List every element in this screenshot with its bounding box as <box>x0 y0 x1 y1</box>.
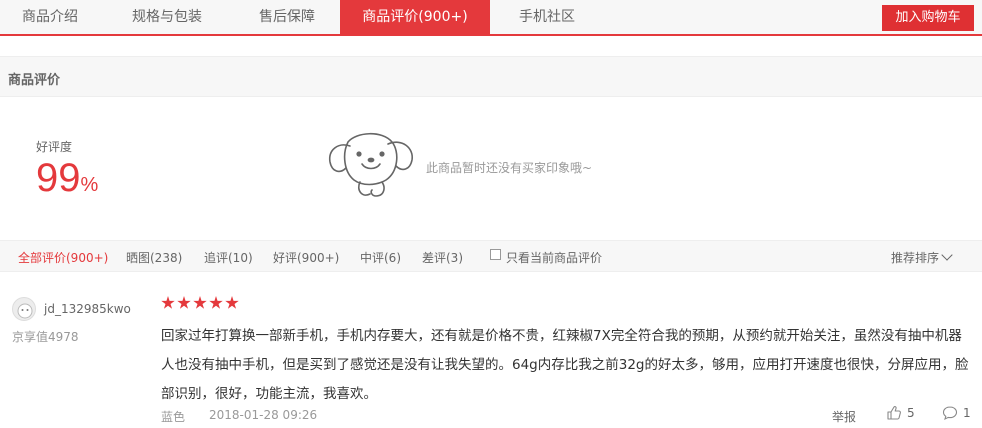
review-filter-bar: 全部评价(900+) 晒图(238) 追评(10) 好评(900+) 中评(6)… <box>0 240 982 272</box>
star-icon <box>193 296 207 309</box>
report-button[interactable]: 举报 <box>832 408 856 425</box>
like-count: 5 <box>907 406 915 420</box>
like-button[interactable]: 5 <box>886 405 915 421</box>
filter-positive[interactable]: 好评(900+) <box>273 249 339 266</box>
review-product-color: 蓝色 <box>161 410 186 424</box>
user-level: 京享值4978 <box>12 330 79 344</box>
tab-product-intro[interactable]: 商品介绍 <box>0 0 100 34</box>
good-rate-value: 99% <box>36 154 98 209</box>
tab-reviews[interactable]: 商品评价(900+) <box>340 0 490 34</box>
star-icon <box>225 296 239 309</box>
review-username[interactable]: jd_132985kwo <box>44 302 131 316</box>
filter-negative[interactable]: 差评(3) <box>422 249 463 266</box>
reviews-section-header: 商品评价 <box>0 56 982 97</box>
filter-all[interactable]: 全部评价(900+) <box>18 249 108 266</box>
tab-phone-community[interactable]: 手机社区 <box>490 0 604 34</box>
only-current-checkbox[interactable] <box>490 249 501 260</box>
good-rate-unit: % <box>80 174 99 196</box>
star-icon <box>161 296 175 309</box>
empty-impression-text: 此商品暂时还没有买家印象哦~ <box>426 161 593 175</box>
sort-label: 推荐排序 <box>891 251 940 265</box>
filter-photos[interactable]: 晒图(238) <box>126 249 182 266</box>
jd-dog-mascot-icon <box>328 132 413 197</box>
filter-neutral[interactable]: 中评(6) <box>360 249 401 266</box>
reply-count: 1 <box>963 406 971 420</box>
thumbs-up-icon <box>887 406 901 420</box>
add-to-cart-button[interactable]: 加入购物车 <box>882 5 974 31</box>
tab-after-sales[interactable]: 售后保障 <box>234 0 340 34</box>
only-current-label[interactable]: 只看当前商品评价 <box>506 249 602 266</box>
avatar <box>12 297 36 321</box>
product-tab-bar: 商品介绍 规格与包装 售后保障 商品评价(900+) 手机社区 加入购物车 <box>0 0 982 36</box>
section-title: 商品评价 <box>8 73 61 88</box>
review-star-rating <box>161 296 241 310</box>
reply-button[interactable]: 1 <box>942 405 971 421</box>
star-icon <box>209 296 223 309</box>
tab-spec-packaging[interactable]: 规格与包装 <box>100 0 234 34</box>
star-icon <box>177 296 191 309</box>
sort-dropdown[interactable]: 推荐排序 <box>891 249 953 266</box>
good-rate-number: 99 <box>36 156 81 200</box>
filter-follow-up[interactable]: 追评(10) <box>204 249 253 266</box>
comment-icon <box>942 406 958 421</box>
good-rate-label: 好评度 <box>36 140 73 154</box>
chevron-down-icon <box>941 249 953 261</box>
review-date: 2018-01-28 09:26 <box>209 408 318 422</box>
review-body: 回家过年打算换一部新手机，手机内存要大，还有就是价格不贵，红辣椒7X完全符合我的… <box>161 328 969 402</box>
avatar-face-icon <box>17 303 33 319</box>
